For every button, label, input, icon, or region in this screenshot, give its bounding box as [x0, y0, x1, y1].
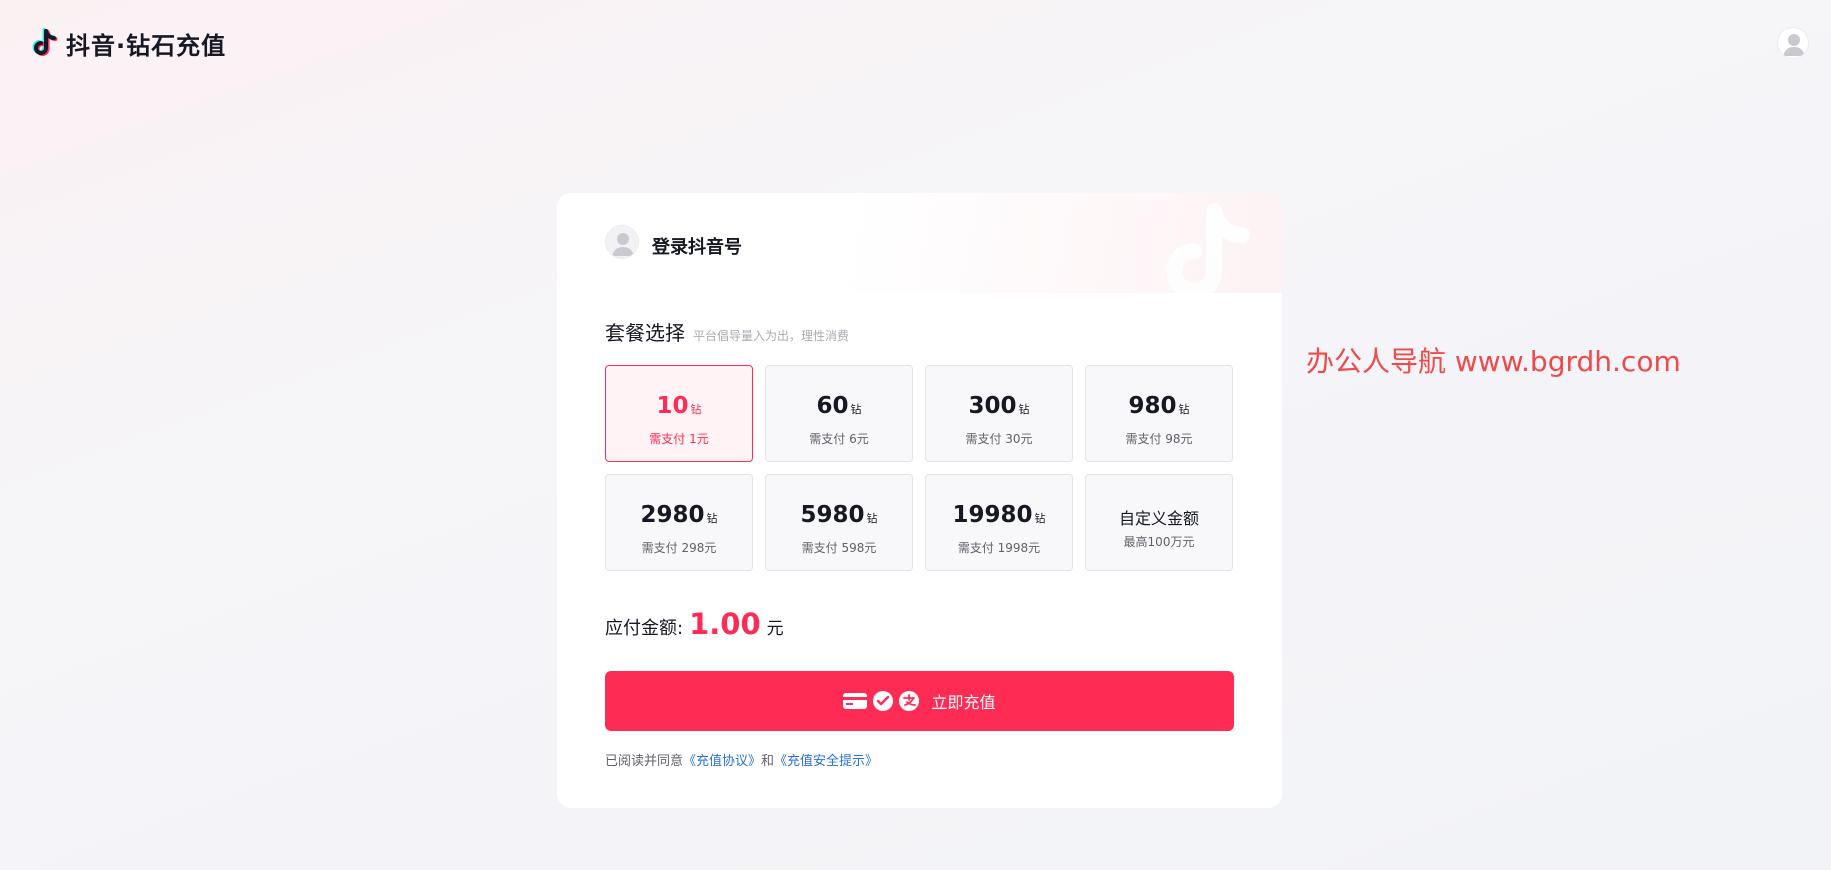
package-amount: 60 [816, 393, 849, 419]
package-option-custom[interactable]: 自定义金额 最高100万元 [1085, 474, 1233, 571]
package-section-title: 套餐选择 平台倡导量入为出，理性消费 [605, 317, 849, 346]
agreement-text: 已阅读并同意《充值协议》和《充值安全提示》 [605, 750, 878, 769]
diamond-unit: 钻 [850, 403, 862, 416]
login-avatar[interactable] [605, 225, 639, 259]
agreement-and: 和 [761, 754, 775, 769]
package-amount: 5980 [800, 502, 865, 528]
package-amount: 19980 [952, 502, 1033, 528]
agreement-prefix: 已阅读并同意 [605, 754, 684, 769]
package-option-300[interactable]: 300 钻 需支付 30元 [925, 365, 1073, 462]
package-price: 需支付 598元 [801, 541, 877, 555]
package-amount: 2980 [640, 502, 705, 528]
package-price: 需支付 1998元 [957, 541, 1041, 555]
recharge-card: 登录抖音号 套餐选择 平台倡导量入为出，理性消费 10 钻 需支付 1元 60 钻 … [557, 193, 1282, 808]
package-amount: 980 [1128, 393, 1177, 419]
total-label: 应付金额: [605, 618, 684, 639]
package-price: 需支付 6元 [809, 432, 869, 446]
diamond-unit: 钻 [1034, 512, 1046, 525]
logo[interactable]: 抖音·钻石充值 [30, 26, 226, 61]
diamond-unit: 钻 [1178, 403, 1190, 416]
diamond-unit: 钻 [1018, 403, 1030, 416]
package-option-60[interactable]: 60 钻 需支付 6元 [765, 365, 913, 462]
safety-tips-link[interactable]: 《充值安全提示》 [774, 754, 878, 769]
package-option-10[interactable]: 10 钻 需支付 1元 [605, 365, 753, 462]
diamond-unit: 钻 [866, 512, 878, 525]
diamond-unit: 钻 [690, 403, 702, 416]
total-currency: 元 [766, 619, 784, 639]
package-amount: 10 [656, 393, 689, 419]
site-watermark: 办公人导航 www.bgrdh.com [1306, 345, 1681, 378]
package-option-5980[interactable]: 5980 钻 需支付 598元 [765, 474, 913, 571]
package-option-19980[interactable]: 19980 钻 需支付 1998元 [925, 474, 1073, 571]
user-avatar-icon [1783, 34, 1805, 56]
total-value: 1.00 [689, 607, 761, 641]
package-option-980[interactable]: 980 钻 需支付 98元 [1085, 365, 1233, 462]
custom-amount-title: 自定义金额 [1118, 509, 1199, 528]
diamond-unit: 钻 [706, 512, 718, 525]
total-amount: 应付金额: 1.00 元 [605, 607, 784, 641]
douyin-watermark-icon [1166, 203, 1250, 299]
package-price: 需支付 298元 [641, 541, 717, 555]
package-price: 需支付 1元 [649, 432, 709, 446]
wechat-pay-icon [873, 691, 894, 711]
douyin-note-icon [32, 27, 58, 56]
custom-amount-limit: 最高100万元 [1123, 535, 1195, 549]
package-option-2980[interactable]: 2980 钻 需支付 298元 [605, 474, 753, 571]
recharge-agreement-link[interactable]: 《充值协议》 [683, 754, 761, 769]
package-price: 需支付 98元 [1125, 432, 1193, 446]
section-title: 套餐选择 [605, 321, 685, 345]
package-amount: 300 [968, 393, 1017, 419]
bank-card-icon [843, 693, 868, 709]
top-bar: 抖音·钻石充值 [0, 0, 1831, 86]
user-avatar[interactable] [1777, 27, 1809, 59]
section-hint: 平台倡导量入为出，理性消费 [693, 329, 850, 343]
recharge-button[interactable]: 立即充值 [605, 671, 1234, 731]
alipay-icon [899, 691, 920, 711]
package-price: 需支付 30元 [965, 432, 1033, 446]
login-link[interactable]: 登录抖音号 [652, 233, 742, 259]
recharge-button-label: 立即充值 [931, 693, 996, 712]
logo-text: 抖音·钻石充值 [66, 32, 227, 60]
